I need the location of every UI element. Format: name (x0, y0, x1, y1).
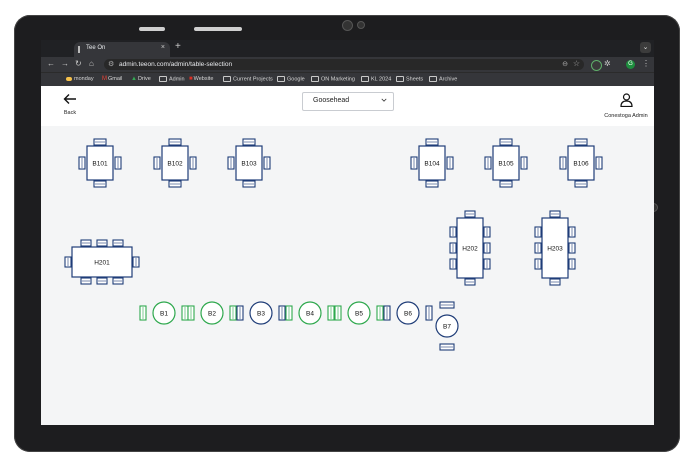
floor-plan: B101 B102 B103 B104 B105 B106 H201 H202 H203 B1 B2… (64, 138, 603, 351)
table-h201[interactable]: H201 (64, 239, 140, 285)
extension-icon[interactable] (591, 60, 602, 71)
folder-icon (361, 76, 369, 82)
table-h202[interactable]: H202 (449, 210, 491, 286)
volume-button (139, 27, 165, 31)
profile-avatar[interactable]: G (626, 60, 635, 69)
table-label: B6 (404, 310, 412, 317)
table-label: B7 (443, 323, 451, 330)
browser-window: Tee On × + ⌄ ← → ↻ ⌂ ⚙ admin.teeon.com/a… (41, 40, 654, 425)
bookmark-sheets[interactable]: Sheets (396, 76, 423, 82)
site-info-icon[interactable]: ⚙ (108, 60, 114, 68)
page-header: Back Goosehead Conestoga Admin (41, 86, 654, 126)
user-menu[interactable]: Conestoga Admin (603, 93, 649, 119)
forward-nav-icon[interactable]: → (61, 59, 69, 68)
tab-strip: Tee On × + ⌄ (41, 40, 654, 57)
key-icon[interactable]: ⊖ (562, 60, 568, 68)
browser-menu-icon[interactable]: ⋮ (642, 59, 650, 68)
bookmark-current-projects[interactable]: Current Projects (223, 76, 273, 82)
power-button (194, 27, 242, 31)
table-b3[interactable]: B3 (236, 301, 286, 325)
gmail-icon: M (102, 76, 107, 82)
bookmarks-bar: monday MGmail ▲Drive Admin ■Website Curr… (41, 72, 654, 86)
bookmark-monday[interactable]: monday (66, 76, 94, 82)
bookmark-kl-2024[interactable]: KL 2024 (361, 76, 391, 82)
table-label: H202 (462, 245, 478, 252)
table-b2[interactable]: B2 (187, 301, 237, 325)
table-label: H201 (94, 259, 110, 266)
table-b103[interactable]: B103 (227, 138, 271, 188)
table-label: B3 (257, 310, 265, 317)
table-b7[interactable]: B7 (435, 301, 459, 351)
table-b102[interactable]: B102 (153, 138, 197, 188)
folder-icon (311, 76, 319, 82)
tab-favicon-icon (78, 46, 86, 53)
table-b104[interactable]: B104 (410, 138, 454, 188)
table-label: B2 (208, 310, 216, 317)
monday-icon (66, 76, 72, 81)
folder-icon (159, 76, 167, 82)
table-b101[interactable]: B101 (78, 138, 122, 188)
arrow-left-icon (61, 93, 79, 107)
table-b106[interactable]: B106 (559, 138, 603, 188)
table-b4[interactable]: B4 (285, 301, 335, 325)
tab-search-icon[interactable]: ⌄ (640, 42, 651, 53)
table-label: H203 (547, 245, 563, 252)
back-label: Back (63, 110, 77, 116)
table-b1[interactable]: B1 (139, 301, 189, 325)
table-label: B105 (498, 160, 514, 167)
bookmark-drive[interactable]: ▲Drive (131, 76, 151, 82)
website-icon: ■ (189, 76, 193, 82)
user-icon (619, 93, 633, 108)
table-selection-page: Back Goosehead Conestoga Admin B101 B102 B… (41, 86, 654, 425)
table-label: B1 (160, 310, 168, 317)
chevron-down-icon (381, 98, 387, 102)
new-tab-icon[interactable]: + (175, 41, 181, 52)
bookmark-google[interactable]: Google (277, 76, 305, 82)
browser-tab[interactable]: Tee On × (74, 42, 170, 57)
tab-close-icon[interactable]: × (161, 44, 165, 51)
bookmark-gmail[interactable]: MGmail (102, 76, 122, 82)
extensions-puzzle-icon[interactable]: ✲ (604, 59, 611, 68)
bookmark-website[interactable]: ■Website (189, 76, 213, 82)
drive-icon: ▲ (131, 76, 137, 82)
table-b5[interactable]: B5 (334, 301, 384, 325)
table-h203[interactable]: H203 (534, 210, 576, 286)
tab-title: Tee On (86, 45, 106, 51)
back-nav-icon[interactable]: ← (47, 59, 55, 68)
table-label: B104 (424, 160, 440, 167)
table-label: B103 (241, 160, 257, 167)
course-select[interactable]: Goosehead (302, 92, 394, 111)
address-bar[interactable]: ⚙ admin.teeon.com/admin/table-selection … (104, 59, 584, 70)
folder-icon (429, 76, 437, 82)
camera-sensor (357, 21, 365, 29)
folder-icon (223, 76, 231, 82)
home-icon[interactable]: ⌂ (89, 59, 94, 68)
folder-icon (396, 76, 404, 82)
table-b6[interactable]: B6 (383, 301, 433, 325)
bookmark-admin[interactable]: Admin (159, 76, 185, 82)
table-label: B101 (92, 160, 108, 167)
table-label: B5 (355, 310, 363, 317)
table-label: B106 (573, 160, 589, 167)
table-b105[interactable]: B105 (484, 138, 528, 188)
reload-icon[interactable]: ↻ (75, 59, 82, 68)
back-button[interactable]: Back (61, 93, 79, 116)
bookmark-star-icon[interactable]: ☆ (573, 59, 580, 68)
user-label: Conestoga Admin (604, 113, 648, 119)
course-select-value: Goosehead (313, 97, 350, 104)
folder-icon (277, 76, 285, 82)
bookmark-archive[interactable]: Archive (429, 76, 457, 82)
url-text: admin.teeon.com/admin/table-selection (119, 61, 233, 68)
table-label: B4 (306, 310, 314, 317)
browser-toolbar: ← → ↻ ⌂ ⚙ admin.teeon.com/admin/table-se… (41, 57, 654, 72)
front-camera (342, 20, 353, 31)
table-label: B102 (167, 160, 183, 167)
bookmark-on-marketing[interactable]: ON Marketing (311, 76, 355, 82)
